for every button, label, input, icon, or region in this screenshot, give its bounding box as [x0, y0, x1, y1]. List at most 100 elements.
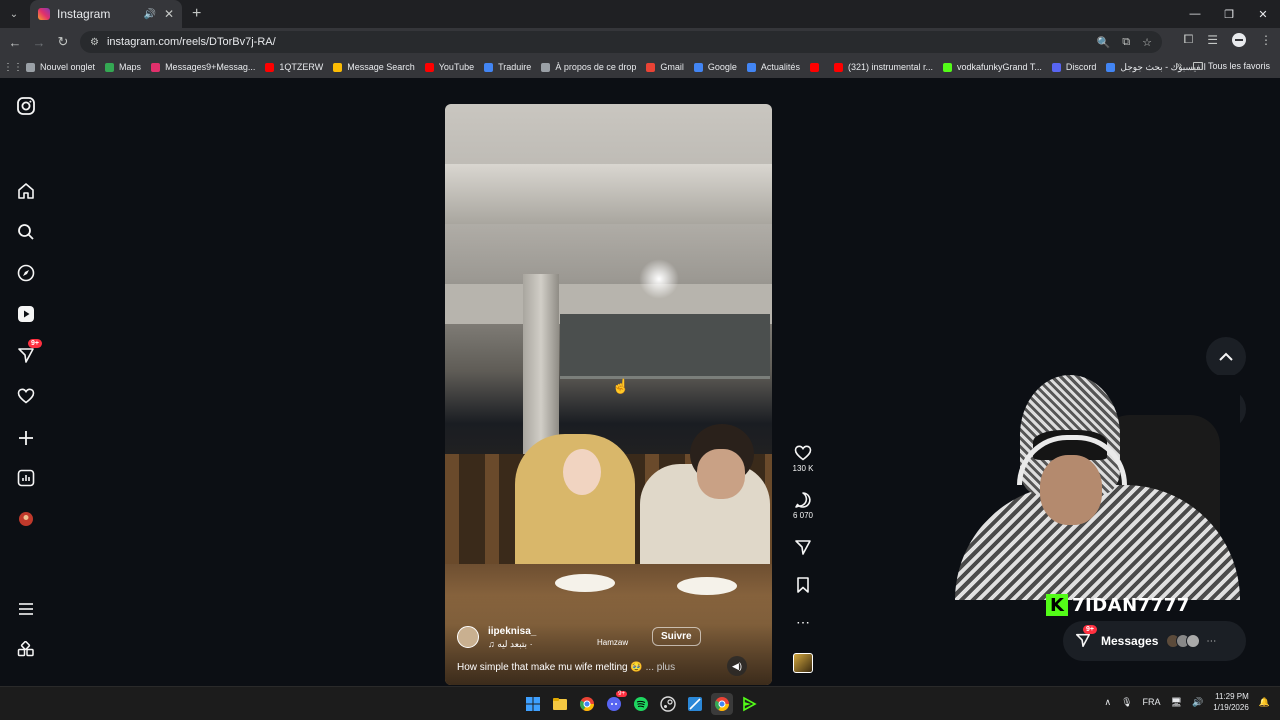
bookmark-item[interactable]: Actualités — [746, 62, 800, 72]
taskbar-apps: 9+ — [522, 691, 760, 715]
toolbar-right: ⧠ ☰ ⋮ — [1184, 32, 1272, 47]
all-bookmarks-folder[interactable]: Tous les favoris — [1192, 61, 1270, 71]
restore-icon[interactable]: ❐ — [1212, 0, 1246, 28]
bookmark-label: 1QTZERW — [279, 62, 324, 72]
more-menu-icon[interactable] — [16, 599, 36, 619]
app-icon[interactable] — [684, 693, 706, 715]
reels-icon[interactable] — [16, 304, 36, 324]
explore-compass-icon[interactable] — [16, 263, 36, 283]
send-icon — [790, 538, 816, 558]
bookmark-item[interactable]: Maps — [105, 62, 141, 72]
bookmark-label: Message Search — [347, 62, 415, 72]
tray-chevron-up-icon[interactable]: ∧ — [1105, 697, 1112, 708]
tab-instagram[interactable]: Instagram 🔊 ✕ — [30, 0, 182, 28]
bookmark-item[interactable]: À propos de ce drop — [541, 62, 636, 72]
instagram-logo-icon[interactable] — [16, 96, 36, 116]
clock[interactable]: 11:29 PM 1/19/2026 — [1213, 691, 1249, 713]
kick-logo-icon: K — [1046, 594, 1068, 616]
volume-tray-icon[interactable]: 🔊 — [1192, 697, 1203, 708]
bookmark-item[interactable]: Nouvel onglet — [26, 62, 95, 72]
install-app-icon[interactable]: ⧉ — [1122, 36, 1130, 49]
spotify-icon[interactable] — [630, 693, 652, 715]
save-button[interactable] — [790, 576, 816, 596]
previous-reel-button[interactable] — [1206, 337, 1246, 377]
menu-dots-icon[interactable]: ⋮ — [1260, 33, 1272, 47]
home-icon[interactable] — [16, 181, 36, 201]
forward-icon[interactable]: → — [27, 35, 51, 50]
comment-button[interactable]: 6 070 — [790, 491, 816, 520]
file-explorer-icon[interactable] — [549, 693, 571, 715]
streamer-name: 7IDAN7777 — [1072, 594, 1190, 616]
extensions-icon[interactable]: ⧠ — [1184, 32, 1194, 47]
create-plus-icon[interactable] — [16, 428, 36, 448]
address-bar[interactable]: ⚙ instagram.com/reels/DTorBv7j-RA/ 🔍 ⧉ ☆ — [80, 31, 1162, 53]
bookmark-star-icon[interactable]: ☆ — [1142, 36, 1152, 49]
network-icon[interactable]: 🖥 — [1171, 697, 1182, 708]
author-avatar[interactable] — [457, 626, 479, 648]
reload-icon[interactable]: ↻ — [51, 34, 75, 50]
author-username[interactable]: iipeknisa_ — [488, 626, 536, 637]
bookmark-item[interactable]: (321) instrumental r... — [833, 62, 933, 72]
more-options-button[interactable]: ⋯ — [790, 614, 816, 634]
chrome-active-icon[interactable] — [711, 693, 733, 715]
reel-video[interactable]: iipeknisa_ ♫ بتبعد ليه · Hamzaw Suivre H… — [445, 104, 772, 685]
reel-audio[interactable]: ♫ بتبعد ليه · — [488, 639, 533, 650]
bookmark-item[interactable]: Google — [693, 62, 737, 72]
minimize-icon[interactable]: — — [1178, 0, 1212, 28]
like-button[interactable]: 130 K — [790, 444, 816, 473]
language-indicator[interactable]: FRA — [1143, 697, 1161, 707]
bookmark-item[interactable]: Traduire — [484, 62, 531, 72]
also-from-meta-icon[interactable] — [16, 640, 36, 660]
bookmark-label: Discord — [1065, 62, 1097, 72]
chrome-icon[interactable] — [576, 693, 598, 715]
original-audio-thumbnail[interactable] — [793, 653, 813, 673]
bookmark-item[interactable] — [809, 62, 824, 72]
reading-list-icon[interactable]: ☰ — [1207, 33, 1218, 47]
share-button[interactable] — [790, 538, 816, 558]
caption-more-link[interactable]: ... plus — [646, 662, 675, 673]
new-tab-button[interactable]: + — [192, 5, 201, 23]
tab-search-chevron-icon[interactable]: ⌄ — [4, 4, 24, 24]
bookmark-item[interactable]: 1QTZERW — [265, 62, 323, 72]
bookmark-item[interactable]: Message Search — [333, 62, 415, 72]
notifications-heart-icon[interactable] — [16, 386, 36, 406]
streamer-name-overlay: K 7IDAN7777 — [1046, 594, 1190, 616]
dashboard-chart-icon[interactable] — [16, 468, 36, 488]
bookmark-item[interactable]: الفيسبوك - بحث جوجل — [1106, 62, 1206, 73]
steam-icon[interactable] — [657, 693, 679, 715]
bookmark-item[interactable]: Gmail — [646, 62, 684, 72]
heart-icon — [790, 444, 816, 464]
kick-streaming-icon[interactable] — [738, 693, 760, 715]
close-window-icon[interactable]: ✕ — [1246, 0, 1280, 28]
search-icon[interactable] — [16, 222, 36, 242]
notifications-bell-icon[interactable]: 🔔 — [1259, 697, 1270, 708]
apps-grid-icon[interactable]: ⋮⋮ — [0, 62, 26, 73]
more-bookmarks-icon[interactable]: » — [1176, 60, 1182, 71]
microphone-icon[interactable]: 🎙 — [1121, 697, 1132, 708]
profile-avatar-icon[interactable] — [16, 509, 36, 529]
video-window — [560, 314, 770, 379]
bookmark-favicon-icon — [646, 62, 656, 72]
close-tab-icon[interactable]: ✕ — [164, 7, 174, 21]
bookmark-item[interactable]: vodkafunkyGrand T... — [943, 62, 1042, 72]
hand-cursor-icon: ☝ — [612, 378, 630, 394]
back-icon[interactable]: ← — [3, 35, 27, 50]
toolbar: ← → ↻ ⚙ instagram.com/reels/DTorBv7j-RA/… — [0, 28, 1280, 56]
tagged-user[interactable]: Hamzaw — [597, 638, 628, 647]
bookmark-favicon-icon — [809, 62, 819, 72]
speaker-icon[interactable]: 🔊 — [143, 9, 155, 20]
profile-icon[interactable] — [1232, 32, 1246, 47]
discord-icon[interactable]: 9+ — [603, 691, 627, 715]
messages-pill[interactable]: 9+ Messages ⋯ — [1063, 621, 1246, 661]
zoom-icon[interactable]: 🔍 — [1097, 36, 1111, 49]
bookmark-item[interactable]: Discord — [1051, 62, 1097, 72]
tab-strip: ⌄ Instagram 🔊 ✕ + — ❐ ✕ — [0, 0, 1280, 28]
bookmark-item[interactable]: YouTube — [424, 62, 474, 72]
volume-icon[interactable]: ◀) — [727, 656, 747, 676]
site-info-icon[interactable]: ⚙ — [90, 37, 99, 48]
messages-icon[interactable]: 9+ — [16, 339, 42, 365]
windows-start-icon[interactable] — [522, 693, 544, 715]
bookmark-item[interactable]: Messages9+Messag... — [151, 62, 255, 72]
follow-button[interactable]: Suivre — [652, 627, 701, 646]
url-text[interactable]: instagram.com/reels/DTorBv7j-RA/ — [107, 36, 1085, 48]
